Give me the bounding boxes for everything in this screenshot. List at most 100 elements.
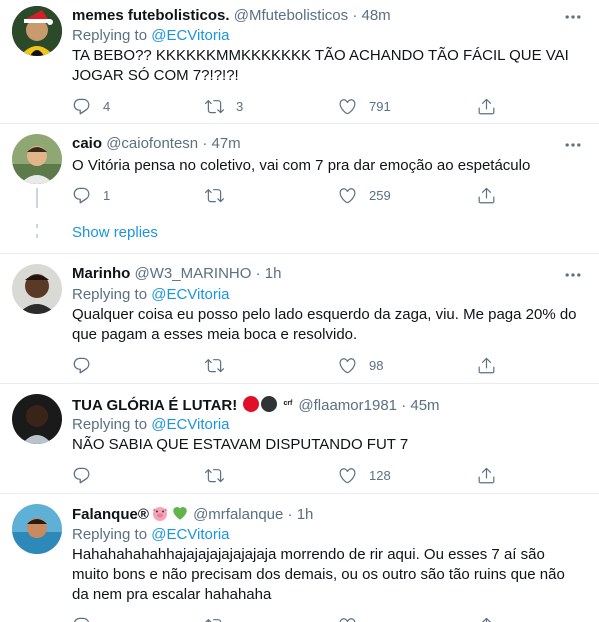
retweet-button[interactable]: [205, 185, 236, 205]
reply-icon: [72, 186, 91, 205]
tweet-header: Marinho @W3_MARINHO · 1h: [72, 264, 281, 284]
reply-icon: [72, 466, 91, 485]
tweet-text-line: Qualquer coisa eu posso pelo lado esquer…: [72, 306, 577, 323]
username[interactable]: @W3_MARINHO: [135, 265, 252, 282]
username[interactable]: @Mfutebolisticos: [234, 7, 348, 24]
timestamp[interactable]: 45m: [410, 397, 439, 414]
retweet-icon: [205, 466, 224, 485]
share-button[interactable]: [477, 465, 496, 485]
retweet-button[interactable]: [205, 465, 236, 485]
like-count: 791: [369, 98, 391, 114]
display-name[interactable]: TUA GLÓRIA É LUTAR!: [72, 397, 237, 414]
replying-to-label: Replying to: [72, 286, 148, 303]
name-badge-text: crf: [283, 400, 293, 407]
mention-link[interactable]: @ECVitoria: [151, 27, 229, 44]
retweet-button[interactable]: [205, 615, 224, 622]
avatar[interactable]: [12, 394, 62, 444]
more-icon[interactable]: [563, 135, 583, 155]
like-count: 128: [369, 467, 391, 483]
timestamp[interactable]: 1h: [265, 265, 282, 282]
retweet-button[interactable]: [205, 355, 236, 375]
like-icon: [338, 466, 357, 485]
separator: ·: [255, 265, 261, 282]
retweet-icon: [205, 97, 224, 116]
tweet-actions: 128: [72, 465, 512, 485]
tweet-3[interactable]: Marinho @W3_MARINHO · 1h Replying to @EC…: [0, 254, 599, 384]
pig-icon: [152, 507, 167, 521]
like-button[interactable]: 128: [338, 465, 391, 485]
like-count: 259: [369, 187, 391, 203]
replying-to: Replying to @ECVitoria: [72, 415, 230, 435]
reply-button[interactable]: 1: [72, 185, 110, 205]
display-name[interactable]: Falanque®: [72, 506, 149, 523]
tweet-text-line: Hahahahahahhajajajajajajajaja morrendo d…: [72, 546, 545, 563]
reply-count: 4: [103, 98, 111, 114]
retweet-count: 3: [236, 98, 244, 114]
more-icon[interactable]: [563, 265, 583, 285]
avatar[interactable]: [12, 6, 62, 56]
timestamp[interactable]: 1h: [297, 506, 314, 523]
display-name[interactable]: memes futebolisticos.: [72, 7, 230, 24]
replying-to: Replying to @ECVitoria: [72, 285, 230, 305]
replying-to-label: Replying to: [72, 526, 148, 543]
thread-line: [36, 224, 38, 228]
tweet-header: memes futebolisticos. @Mfutebolisticos ·…: [72, 6, 391, 26]
tweet-text: Qualquer coisa eu posso pelo lado esquer…: [72, 305, 582, 345]
like-button[interactable]: 791: [338, 96, 391, 116]
avatar-image: [12, 6, 62, 56]
like-icon: [338, 356, 357, 375]
tweet-header: caio @caiofontesn · 47m: [72, 134, 241, 154]
display-name[interactable]: Marinho: [72, 265, 130, 282]
username[interactable]: @flaamor1981: [298, 397, 397, 414]
tweet-5[interactable]: Falanque® @mrfalanque · 1h Replying to @…: [0, 494, 599, 622]
share-icon: [477, 466, 496, 485]
share-button[interactable]: [477, 96, 496, 116]
tweet-text-line: muito bons e não precisam dos demais, ou…: [72, 566, 565, 583]
retweet-button[interactable]: 3: [205, 96, 243, 116]
like-button[interactable]: 98: [338, 355, 383, 375]
share-icon: [477, 97, 496, 116]
share-button[interactable]: [477, 185, 496, 205]
separator: ·: [352, 7, 358, 24]
replying-to-label: Replying to: [72, 27, 148, 44]
username[interactable]: @caiofontesn: [106, 135, 198, 152]
more-icon[interactable]: [563, 7, 583, 27]
tweet-actions: 1 259: [72, 185, 512, 205]
tweet-text: TA BEBO?? KKKKKKMMKKKKKKK TÃO ACHANDO TÃ…: [72, 46, 582, 86]
avatar[interactable]: [12, 264, 62, 314]
mention-link[interactable]: @ECVitoria: [151, 286, 229, 303]
show-replies-link[interactable]: Show replies: [72, 223, 158, 243]
avatar[interactable]: [12, 504, 62, 554]
tweet-2[interactable]: caio @caiofontesn · 47m O Vitória pensa …: [0, 124, 599, 254]
display-name[interactable]: caio: [72, 135, 102, 152]
timestamp[interactable]: 48m: [362, 7, 391, 24]
retweet-icon: [205, 186, 224, 205]
tweet-header: TUA GLÓRIA É LUTAR! crf @flaamor1981 · 45…: [72, 394, 440, 416]
replying-to-label: Replying to: [72, 416, 148, 433]
tweet-1[interactable]: memes futebolisticos. @Mfutebolisticos ·…: [0, 0, 599, 124]
tweet-4[interactable]: TUA GLÓRIA É LUTAR! crf @flaamor1981 · 45…: [0, 384, 599, 494]
username[interactable]: @mrfalanque: [193, 506, 283, 523]
share-button[interactable]: [477, 615, 496, 622]
like-button[interactable]: 259: [338, 185, 391, 205]
share-button[interactable]: [477, 355, 496, 375]
mention-link[interactable]: @ECVitoria: [151, 416, 229, 433]
green-heart-icon: [173, 507, 187, 520]
avatar-image: [12, 504, 62, 554]
avatar-image: [12, 394, 62, 444]
like-button[interactable]: [338, 615, 357, 622]
reply-icon: [72, 356, 91, 375]
timestamp[interactable]: 47m: [211, 135, 240, 152]
avatar[interactable]: [12, 134, 62, 184]
reply-button[interactable]: [72, 615, 91, 622]
avatar-image: [12, 134, 62, 184]
mention-link[interactable]: @ECVitoria: [151, 526, 229, 543]
reply-button[interactable]: [72, 355, 103, 375]
replying-to: Replying to @ECVitoria: [72, 525, 230, 545]
reply-button[interactable]: [72, 465, 103, 485]
reply-button[interactable]: 4: [72, 96, 110, 116]
tweet-text: O Vitória pensa no coletivo, vai com 7 p…: [72, 156, 582, 176]
tweet-text: Hahahahahahhajajajajajajajaja morrendo d…: [72, 545, 582, 605]
tweet-actions: [72, 615, 512, 622]
tweet-actions: 98: [72, 355, 512, 375]
